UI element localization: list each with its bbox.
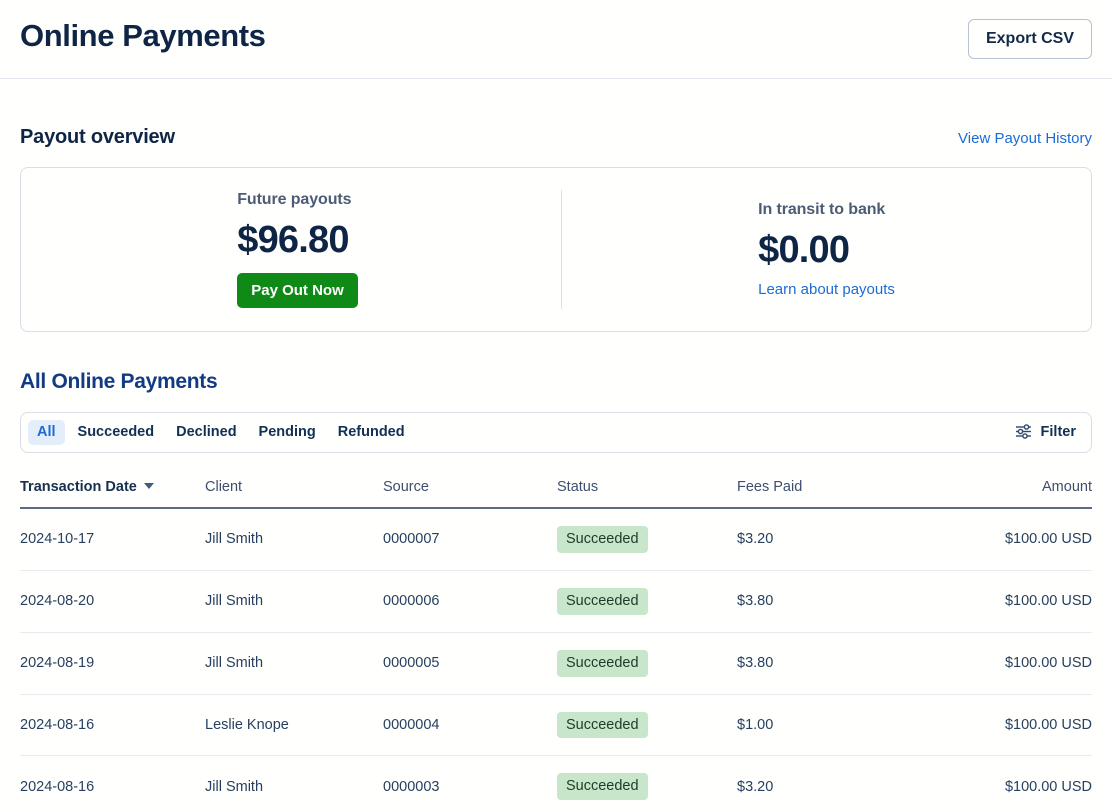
status-badge: Succeeded	[557, 773, 648, 801]
pay-out-now-button[interactable]: Pay Out Now	[237, 272, 358, 308]
cell-transaction-date: 2024-08-20	[20, 570, 205, 633]
cell-fees-paid: $3.20	[737, 508, 922, 571]
online-payments-page: Online Payments Export CSV Payout overvi…	[0, 0, 1112, 811]
cell-transaction-date: 2024-08-19	[20, 632, 205, 695]
filter-sliders-icon	[1015, 423, 1032, 442]
payout-overview-card: Future payouts $96.80 Pay Out Now In tra…	[20, 167, 1092, 332]
sort-descending-icon	[143, 483, 154, 489]
all-payments-title: All Online Payments	[20, 370, 218, 393]
tab-declined[interactable]: Declined	[167, 420, 245, 445]
cell-client: Jill Smith	[205, 632, 383, 695]
cell-status: Succeeded	[557, 632, 737, 695]
cell-amount: $100.00 USD	[922, 755, 1092, 811]
payout-overview-title: Payout overview	[20, 126, 175, 148]
future-payouts-label: Future payouts	[237, 191, 352, 209]
tab-succeeded[interactable]: Succeeded	[69, 420, 164, 445]
table-row[interactable]: 2024-08-20 Jill Smith 0000006 Succeeded …	[20, 570, 1092, 633]
cell-status: Succeeded	[557, 570, 737, 633]
table-row[interactable]: 2024-08-16 Jill Smith 0000003 Succeeded …	[20, 755, 1092, 811]
cell-fees-paid: $1.00	[737, 694, 922, 757]
payments-table: Transaction Date Client Source Status Fe…	[20, 453, 1092, 811]
column-header-transaction-date-label: Transaction Date	[20, 479, 137, 495]
filter-button-label: Filter	[1040, 424, 1076, 441]
status-badge: Succeeded	[557, 526, 648, 553]
payout-overview-header: Payout overview View Payout History	[0, 126, 1112, 149]
tab-all[interactable]: All	[28, 420, 65, 445]
cell-client: Jill Smith	[205, 508, 383, 571]
cell-fees-paid: $3.80	[737, 632, 922, 695]
cell-status: Succeeded	[557, 694, 737, 757]
in-transit-panel: In transit to bank $0.00 Learn about pay…	[562, 168, 1091, 331]
filter-button[interactable]: Filter	[1007, 419, 1084, 447]
table-body: 2024-10-17 Jill Smith 0000007 Succeeded …	[20, 508, 1092, 811]
cell-amount: $100.00 USD	[922, 508, 1092, 571]
status-badge: Succeeded	[557, 711, 648, 739]
cell-status: Succeeded	[557, 508, 737, 571]
cell-amount: $100.00 USD	[922, 632, 1092, 695]
status-badge: Succeeded	[557, 587, 648, 615]
column-header-client[interactable]: Client	[205, 453, 383, 509]
status-badge: Succeeded	[557, 649, 648, 677]
tab-refunded[interactable]: Refunded	[329, 420, 414, 445]
cell-source: 0000004	[383, 694, 557, 757]
future-payouts-amount: $96.80	[237, 219, 349, 262]
column-header-transaction-date[interactable]: Transaction Date	[20, 453, 205, 509]
column-header-source[interactable]: Source	[383, 453, 557, 509]
cell-amount: $100.00 USD	[922, 694, 1092, 757]
future-payouts-panel: Future payouts $96.80 Pay Out Now	[21, 168, 562, 331]
cell-client: Leslie Knope	[205, 694, 383, 757]
learn-about-payouts-link[interactable]: Learn about payouts	[758, 281, 895, 298]
table-row[interactable]: 2024-08-16 Leslie Knope 0000004 Succeede…	[20, 694, 1092, 757]
tab-pending[interactable]: Pending	[250, 420, 325, 445]
table-row[interactable]: 2024-10-17 Jill Smith 0000007 Succeeded …	[20, 508, 1092, 571]
cell-source: 0000005	[383, 632, 557, 695]
in-transit-amount: $0.00	[758, 228, 850, 271]
cell-status: Succeeded	[557, 755, 737, 811]
cell-transaction-date: 2024-08-16	[20, 755, 205, 811]
column-header-status[interactable]: Status	[557, 453, 737, 509]
status-filter-tabs: All Succeeded Declined Pending Refunded	[28, 420, 414, 445]
cell-source: 0000006	[383, 570, 557, 633]
table-head: Transaction Date Client Source Status Fe…	[20, 453, 1092, 509]
cell-fees-paid: $3.20	[737, 755, 922, 811]
table-row[interactable]: 2024-08-19 Jill Smith 0000005 Succeeded …	[20, 632, 1092, 695]
cell-transaction-date: 2024-10-17	[20, 508, 205, 571]
cell-source: 0000007	[383, 508, 557, 571]
page-title: Online Payments	[20, 17, 266, 53]
cell-fees-paid: $3.80	[737, 570, 922, 633]
in-transit-label: In transit to bank	[758, 200, 886, 218]
cell-client: Jill Smith	[205, 755, 383, 811]
cell-client: Jill Smith	[205, 570, 383, 633]
payments-table-wrapper: Transaction Date Client Source Status Fe…	[20, 453, 1092, 811]
cell-transaction-date: 2024-08-16	[20, 694, 205, 757]
export-csv-button[interactable]: Export CSV	[967, 19, 1092, 59]
column-header-amount[interactable]: Amount	[922, 453, 1092, 509]
view-payout-history-link[interactable]: View Payout History	[958, 130, 1092, 147]
cell-source: 0000003	[383, 755, 557, 811]
payments-toolbar: All Succeeded Declined Pending Refunded …	[20, 412, 1092, 453]
table-header-row: Transaction Date Client Source Status Fe…	[20, 453, 1092, 509]
page-header: Online Payments Export CSV	[0, 0, 1112, 79]
column-header-fees-paid[interactable]: Fees Paid	[737, 453, 922, 509]
cell-amount: $100.00 USD	[922, 570, 1092, 633]
